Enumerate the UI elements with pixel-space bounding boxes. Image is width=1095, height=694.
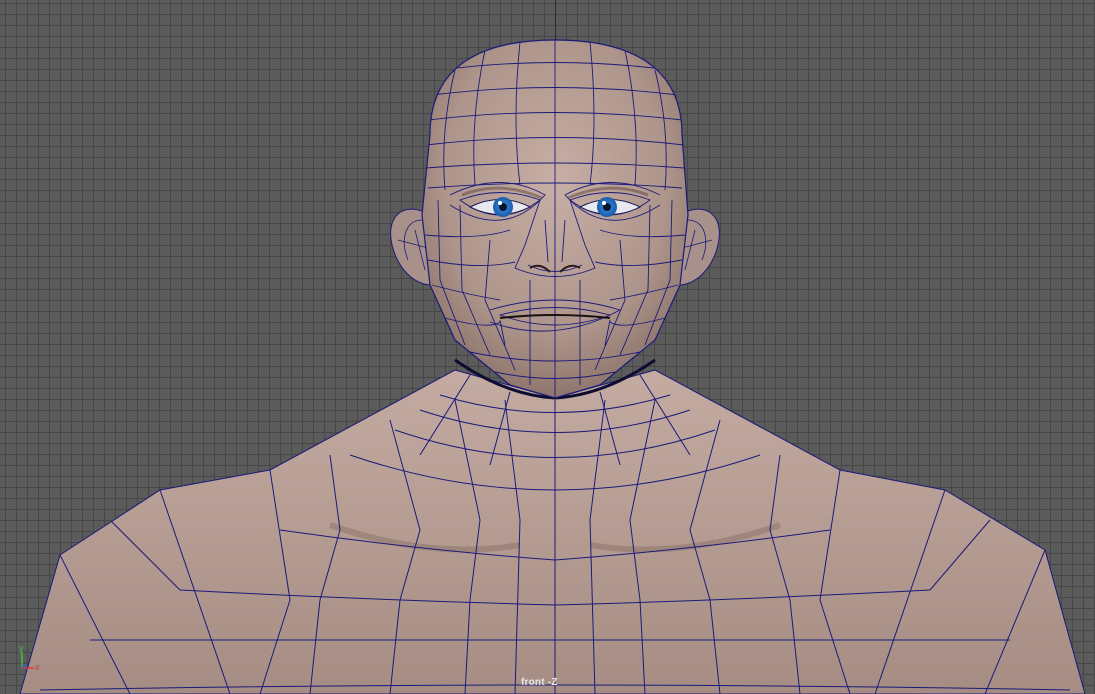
head: [421, 39, 689, 399]
axis-x-label: x: [35, 662, 40, 672]
character-mesh[interactable]: [0, 0, 1095, 694]
torso: [19, 358, 1086, 694]
axis-gizmo-icon: y x: [19, 643, 40, 672]
axis-y-label: y: [19, 643, 24, 653]
camera-label: front -Z: [521, 677, 558, 688]
front-viewport[interactable]: y x front -Z: [0, 0, 1095, 694]
